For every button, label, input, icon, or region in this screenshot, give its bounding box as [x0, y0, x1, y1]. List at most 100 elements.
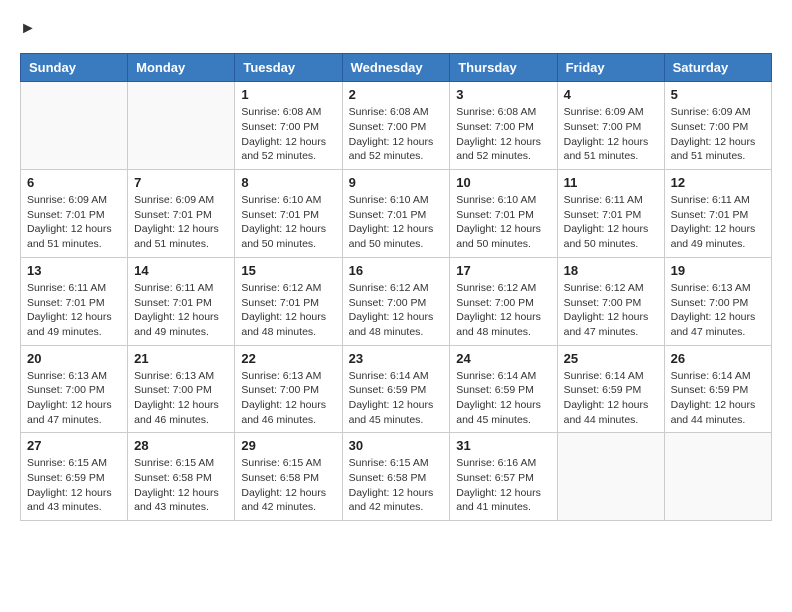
header-saturday: Saturday	[664, 54, 771, 82]
calendar-cell: 9Sunrise: 6:10 AMSunset: 7:01 PMDaylight…	[342, 170, 450, 258]
calendar-cell: 16Sunrise: 6:12 AMSunset: 7:00 PMDayligh…	[342, 257, 450, 345]
day-number: 10	[456, 175, 550, 190]
calendar-cell: 4 Sunrise: 6:09 AMSunset: 7:00 PMDaylight…	[557, 82, 664, 170]
day-info: Sunrise: 6:11 AMSunset: 7:01 PMDaylight:…	[564, 193, 658, 252]
day-number: 6	[27, 175, 121, 190]
calendar-cell: 7 Sunrise: 6:09 AMSunset: 7:01 PMDaylight…	[128, 170, 235, 258]
day-info: Sunrise: 6:12 AMSunset: 7:01 PMDaylight:…	[241, 281, 335, 340]
day-info: Sunrise: 6:15 AMSunset: 6:58 PMDaylight:…	[134, 456, 228, 515]
day-info: Sunrise: 6:09 AMSunset: 7:00 PMDaylight:…	[564, 105, 658, 164]
day-number: 17	[456, 263, 550, 278]
day-number: 18	[564, 263, 658, 278]
day-info: Sunrise: 6:16 AMSunset: 6:57 PMDaylight:…	[456, 456, 550, 515]
day-number: 4	[564, 87, 658, 102]
logo: ►	[20, 20, 36, 43]
calendar-cell: 2 Sunrise: 6:08 AMSunset: 7:00 PMDaylight…	[342, 82, 450, 170]
day-number: 1	[241, 87, 335, 102]
calendar-cell: 19 Sunrise: 6:13 AMSunset: 7:00 PMDayligh…	[664, 257, 771, 345]
header-wednesday: Wednesday	[342, 54, 450, 82]
day-number: 19	[671, 263, 765, 278]
calendar-cell: 22Sunrise: 6:13 AMSunset: 7:00 PMDayligh…	[235, 345, 342, 433]
day-number: 23	[349, 351, 444, 366]
day-info: Sunrise: 6:08 AMSunset: 7:00 PMDaylight:…	[241, 105, 335, 164]
day-number: 11	[564, 175, 658, 190]
day-info: Sunrise: 6:08 AMSunset: 7:00 PMDaylight:…	[349, 105, 444, 164]
day-number: 21	[134, 351, 228, 366]
week-row-3: 20Sunrise: 6:13 AMSunset: 7:00 PMDayligh…	[21, 345, 772, 433]
day-info: Sunrise: 6:10 AMSunset: 7:01 PMDaylight:…	[456, 193, 550, 252]
calendar-cell: 1 Sunrise: 6:08 AMSunset: 7:00 PMDaylight…	[235, 82, 342, 170]
day-info: Sunrise: 6:12 AMSunset: 7:00 PMDaylight:…	[456, 281, 550, 340]
header-monday: Monday	[128, 54, 235, 82]
day-number: 24	[456, 351, 550, 366]
day-info: Sunrise: 6:12 AMSunset: 7:00 PMDaylight:…	[349, 281, 444, 340]
calendar-cell: 10 Sunrise: 6:10 AMSunset: 7:01 PMDayligh…	[450, 170, 557, 258]
day-info: Sunrise: 6:09 AMSunset: 7:00 PMDaylight:…	[671, 105, 765, 164]
day-info: Sunrise: 6:13 AMSunset: 7:00 PMDaylight:…	[671, 281, 765, 340]
header-friday: Friday	[557, 54, 664, 82]
day-number: 30	[349, 438, 444, 453]
day-info: Sunrise: 6:15 AMSunset: 6:58 PMDaylight:…	[241, 456, 335, 515]
calendar-cell: 15 Sunrise: 6:12 AMSunset: 7:01 PMDayligh…	[235, 257, 342, 345]
day-number: 15	[241, 263, 335, 278]
calendar-header: SundayMondayTuesdayWednesdayThursdayFrid…	[21, 54, 772, 82]
calendar-cell: 6 Sunrise: 6:09 AMSunset: 7:01 PMDaylight…	[21, 170, 128, 258]
day-number: 12	[671, 175, 765, 190]
header-tuesday: Tuesday	[235, 54, 342, 82]
day-number: 7	[134, 175, 228, 190]
calendar-cell: 25Sunrise: 6:14 AMSunset: 6:59 PMDayligh…	[557, 345, 664, 433]
day-info: Sunrise: 6:12 AMSunset: 7:00 PMDaylight:…	[564, 281, 658, 340]
calendar-cell: 12Sunrise: 6:11 AMSunset: 7:01 PMDayligh…	[664, 170, 771, 258]
calendar-cell	[128, 82, 235, 170]
calendar-cell: 24 Sunrise: 6:14 AMSunset: 6:59 PMDayligh…	[450, 345, 557, 433]
calendar-cell: 30Sunrise: 6:15 AMSunset: 6:58 PMDayligh…	[342, 433, 450, 521]
week-row-4: 27 Sunrise: 6:15 AMSunset: 6:59 PMDayligh…	[21, 433, 772, 521]
calendar-cell: 23Sunrise: 6:14 AMSunset: 6:59 PMDayligh…	[342, 345, 450, 433]
day-number: 14	[134, 263, 228, 278]
calendar-cell: 13 Sunrise: 6:11 AMSunset: 7:01 PMDayligh…	[21, 257, 128, 345]
calendar-cell: 5Sunrise: 6:09 AMSunset: 7:00 PMDaylight…	[664, 82, 771, 170]
day-number: 27	[27, 438, 121, 453]
header-row: SundayMondayTuesdayWednesdayThursdayFrid…	[21, 54, 772, 82]
header-sunday: Sunday	[21, 54, 128, 82]
day-info: Sunrise: 6:14 AMSunset: 6:59 PMDaylight:…	[671, 369, 765, 428]
calendar-cell: 31 Sunrise: 6:16 AMSunset: 6:57 PMDayligh…	[450, 433, 557, 521]
day-number: 13	[27, 263, 121, 278]
week-row-0: 1 Sunrise: 6:08 AMSunset: 7:00 PMDaylight…	[21, 82, 772, 170]
calendar-cell: 11 Sunrise: 6:11 AMSunset: 7:01 PMDayligh…	[557, 170, 664, 258]
calendar-cell	[664, 433, 771, 521]
day-info: Sunrise: 6:08 AMSunset: 7:00 PMDaylight:…	[456, 105, 550, 164]
header-thursday: Thursday	[450, 54, 557, 82]
calendar-cell: 3Sunrise: 6:08 AMSunset: 7:00 PMDaylight…	[450, 82, 557, 170]
day-number: 2	[349, 87, 444, 102]
day-info: Sunrise: 6:14 AMSunset: 6:59 PMDaylight:…	[456, 369, 550, 428]
day-number: 31	[456, 438, 550, 453]
day-number: 26	[671, 351, 765, 366]
day-info: Sunrise: 6:09 AMSunset: 7:01 PMDaylight:…	[134, 193, 228, 252]
day-number: 8	[241, 175, 335, 190]
day-number: 28	[134, 438, 228, 453]
day-number: 29	[241, 438, 335, 453]
day-info: Sunrise: 6:11 AMSunset: 7:01 PMDaylight:…	[134, 281, 228, 340]
calendar-body: 1 Sunrise: 6:08 AMSunset: 7:00 PMDaylight…	[21, 82, 772, 521]
day-info: Sunrise: 6:15 AMSunset: 6:59 PMDaylight:…	[27, 456, 121, 515]
calendar-cell: 8 Sunrise: 6:10 AMSunset: 7:01 PMDaylight…	[235, 170, 342, 258]
calendar-cell: 28 Sunrise: 6:15 AMSunset: 6:58 PMDayligh…	[128, 433, 235, 521]
page-header: ►	[20, 20, 772, 43]
day-info: Sunrise: 6:11 AMSunset: 7:01 PMDaylight:…	[27, 281, 121, 340]
day-info: Sunrise: 6:10 AMSunset: 7:01 PMDaylight:…	[241, 193, 335, 252]
calendar-cell: 27 Sunrise: 6:15 AMSunset: 6:59 PMDayligh…	[21, 433, 128, 521]
calendar-cell: 21 Sunrise: 6:13 AMSunset: 7:00 PMDayligh…	[128, 345, 235, 433]
day-number: 22	[241, 351, 335, 366]
calendar-cell: 18 Sunrise: 6:12 AMSunset: 7:00 PMDayligh…	[557, 257, 664, 345]
day-info: Sunrise: 6:13 AMSunset: 7:00 PMDaylight:…	[27, 369, 121, 428]
calendar-cell: 20Sunrise: 6:13 AMSunset: 7:00 PMDayligh…	[21, 345, 128, 433]
calendar-cell	[21, 82, 128, 170]
calendar-cell: 14 Sunrise: 6:11 AMSunset: 7:01 PMDayligh…	[128, 257, 235, 345]
day-number: 9	[349, 175, 444, 190]
day-info: Sunrise: 6:09 AMSunset: 7:01 PMDaylight:…	[27, 193, 121, 252]
day-info: Sunrise: 6:13 AMSunset: 7:00 PMDaylight:…	[134, 369, 228, 428]
calendar-table: SundayMondayTuesdayWednesdayThursdayFrid…	[20, 53, 772, 521]
week-row-1: 6 Sunrise: 6:09 AMSunset: 7:01 PMDaylight…	[21, 170, 772, 258]
day-number: 25	[564, 351, 658, 366]
